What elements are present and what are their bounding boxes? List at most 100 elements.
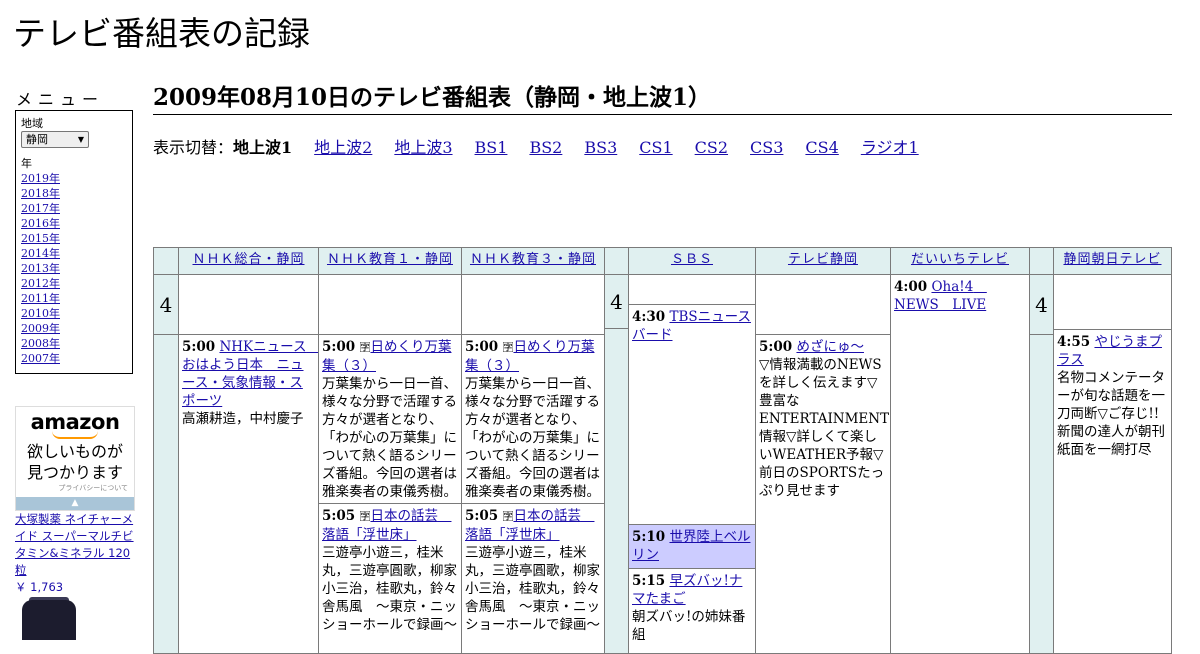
ad-privacy-link[interactable]: プライバシーについて [16, 483, 134, 493]
program-cell: 5:15 早ズバッ!ナマたまご 朝ズバッ!の姉妹番組 [628, 568, 756, 654]
program-desc: 万葉集から一日一首、様々な分野で活躍する方々が選者となり、「わが心の万葉集」につ… [322, 376, 457, 500]
program-cell: 5:00 🈑日めくり万葉集（３） 万葉集から一日一首、様々な分野で活躍する方々が… [461, 334, 605, 504]
menu-label: メニュー [16, 90, 105, 109]
year-link[interactable]: 2011年 [21, 291, 127, 306]
program-time: 5:05 [465, 508, 499, 524]
region-select-value: 静岡 [26, 133, 48, 146]
switch-current: 地上波1 [233, 138, 293, 157]
program-time: 5:00 [465, 339, 499, 355]
program-time: 5:00 [759, 339, 793, 355]
hour-marker-blank [1029, 334, 1054, 654]
program-cell: 4:00 Oha!4 NEWS LIVE [890, 274, 1030, 654]
epg-icon: 🈑 [502, 510, 514, 523]
program-time: 5:10 [632, 529, 666, 545]
channel-link-asahi[interactable]: 静岡朝日テレビ [1063, 252, 1161, 267]
program-cell: 5:00 🈑日めくり万葉集（３） 万葉集から一日一首、様々な分野で活躍する方々が… [318, 334, 462, 504]
program-cell: 4:30 TBSニュースバード [628, 304, 756, 525]
epg-icon: 🈑 [502, 341, 514, 354]
year-link[interactable]: 2007年 [21, 351, 127, 366]
year-link[interactable]: 2019年 [21, 171, 127, 186]
switch-link[interactable]: BS3 [584, 138, 617, 157]
switch-link[interactable]: 地上波2 [314, 138, 372, 157]
channel-header: テレビ静岡 [755, 247, 891, 275]
hour-header-blank [153, 247, 179, 275]
empty-slot [755, 274, 891, 335]
channel-header: ＳＢＳ [628, 247, 756, 275]
empty-slot [461, 274, 605, 335]
empty-slot [178, 274, 319, 335]
channel-link-nhk-edu1[interactable]: ＮＨＫ教育１・静岡 [327, 252, 453, 267]
program-time: 5:05 [322, 508, 356, 524]
channel-header: ＮＨＫ総合・静岡 [178, 247, 319, 275]
year-link[interactable]: 2009年 [21, 321, 127, 336]
program-cell: 5:00 めざにゅ～ ▽情報満載のNEWSを詳しく伝えます▽豊富なENTERTA… [755, 334, 891, 654]
menu-box: 地域 静岡 ▼ 年 2019年 2018年 2017年 2016年 2015年 … [15, 110, 133, 374]
ad-tagline-2: 見つかります [26, 463, 123, 482]
year-link[interactable]: 2014年 [21, 246, 127, 261]
program-time: 4:55 [1057, 334, 1091, 350]
channel-link-nhk-edu3[interactable]: ＮＨＫ教育３・静岡 [470, 252, 596, 267]
year-list: 2019年 2018年 2017年 2016年 2015年 2014年 2013… [21, 171, 127, 366]
hour-marker: 4 [604, 274, 629, 329]
channel-header: ＮＨＫ教育３・静岡 [461, 247, 605, 275]
year-link[interactable]: 2017年 [21, 201, 127, 216]
switch-link[interactable]: CS3 [750, 138, 783, 157]
switch-link[interactable]: ラジオ1 [861, 138, 919, 157]
site-title: テレビ番組表の記録 [13, 14, 310, 53]
program-time: 4:00 [894, 279, 928, 295]
switch-link[interactable]: CS1 [639, 138, 672, 157]
program-cell-highlight: 5:10 世界陸上ベルリン [628, 524, 756, 569]
program-cell: 5:05 🈑日本の話芸 落語「浮世床」 三遊亭小遊三，桂米丸，三遊亭圓歌，柳家小… [461, 503, 605, 654]
hour-marker-blank [604, 328, 629, 654]
ad-scroll-up-icon[interactable]: ▲ [16, 497, 134, 510]
hour-marker-blank [153, 334, 179, 654]
program-desc: 名物コメンテーターが旬な話題を一刀両断▽ご存じ!!新聞の達人が朝刊紙面を一網打尽 [1057, 370, 1165, 458]
year-link[interactable]: 2012年 [21, 276, 127, 291]
empty-slot [318, 274, 462, 335]
switch-link[interactable]: 地上波3 [394, 138, 452, 157]
year-link[interactable]: 2010年 [21, 306, 127, 321]
hour-header-blank [1029, 247, 1054, 275]
switch-link[interactable]: BS2 [529, 138, 562, 157]
year-link[interactable]: 2018年 [21, 186, 127, 201]
ad-product-price: ￥ 1,763 [15, 580, 64, 594]
program-desc: 三遊亭小遊三，桂米丸，三遊亭圓歌，柳家小三治，桂歌丸，鈴々舎馬風 ～東京・ニッシ… [465, 545, 600, 633]
switch-label: 表示切替： [153, 138, 234, 157]
schedule-grid: ＮＨＫ総合・静岡 ＮＨＫ教育１・静岡 ＮＨＫ教育３・静岡 ＳＢＳ テレビ静岡 だ… [153, 247, 1172, 654]
channel-link-sut[interactable]: テレビ静岡 [788, 252, 858, 267]
channel-link-sbs[interactable]: ＳＢＳ [671, 252, 713, 267]
program-desc: 高瀬耕造，中村慶子 [182, 411, 304, 427]
channel-header: 静岡朝日テレビ [1053, 247, 1172, 275]
epg-icon: 🈑 [359, 510, 371, 523]
hour-marker: 4 [1029, 274, 1054, 335]
switch-link[interactable]: BS1 [475, 138, 508, 157]
program-cell: 4:55 やじうまプラス 名物コメンテーターが旬な話題を一刀両断▽ご存じ!!新聞… [1053, 329, 1172, 654]
program-time: 5:00 [322, 339, 356, 355]
program-time: 4:30 [632, 309, 666, 325]
program-desc: 三遊亭小遊三，桂米丸，三遊亭圓歌，柳家小三治，桂歌丸，鈴々舎馬風 ～東京・ニッシ… [322, 545, 457, 633]
program-time: 5:00 [182, 339, 216, 355]
chevron-down-icon: ▼ [77, 135, 84, 144]
empty-slot [1053, 274, 1172, 330]
switch-link[interactable]: CS4 [805, 138, 838, 157]
program-desc: ▽情報満載のNEWSを詳しく伝えます▽豊富なENTERTAINMENT情報▽詳し… [759, 357, 890, 499]
program-title-link[interactable]: めざにゅ～ [796, 339, 864, 355]
year-link[interactable]: 2008年 [21, 336, 127, 351]
channel-link-nhk-general[interactable]: ＮＨＫ総合・静岡 [192, 252, 304, 267]
ad-tagline-1: 欲しいものが [26, 442, 123, 461]
year-link[interactable]: 2015年 [21, 231, 127, 246]
year-link[interactable]: 2013年 [21, 261, 127, 276]
product-image[interactable] [22, 600, 76, 640]
program-time: 5:15 [632, 573, 666, 589]
program-cell: 5:00 NHKニュース おはよう日本 ニュース・気象情報・スポーツ 高瀬耕造，… [178, 334, 319, 654]
amazon-ad[interactable]: amazon 欲しいものが 見つかります プライバシーについて ▲ [15, 406, 135, 511]
ad-product[interactable]: 大塚製薬 ネイチャーメイド スーパーマルチビタミン&ミネラル 120粒 ￥ 1,… [15, 511, 139, 596]
empty-slot [628, 274, 756, 305]
channel-link-daiichi[interactable]: だいいちテレビ [911, 252, 1009, 267]
program-desc: 万葉集から一日一首、様々な分野で活躍する方々が選者となり、「わが心の万葉集」につ… [465, 376, 600, 500]
ad-product-name[interactable]: 大塚製薬 ネイチャーメイド スーパーマルチビタミン&ミネラル 120粒 [15, 512, 134, 577]
page-heading: 2009年08月10日のテレビ番組表（静岡・地上波1） [153, 83, 1172, 115]
region-select[interactable]: 静岡 ▼ [21, 131, 89, 148]
year-link[interactable]: 2016年 [21, 216, 127, 231]
switch-link[interactable]: CS2 [695, 138, 728, 157]
